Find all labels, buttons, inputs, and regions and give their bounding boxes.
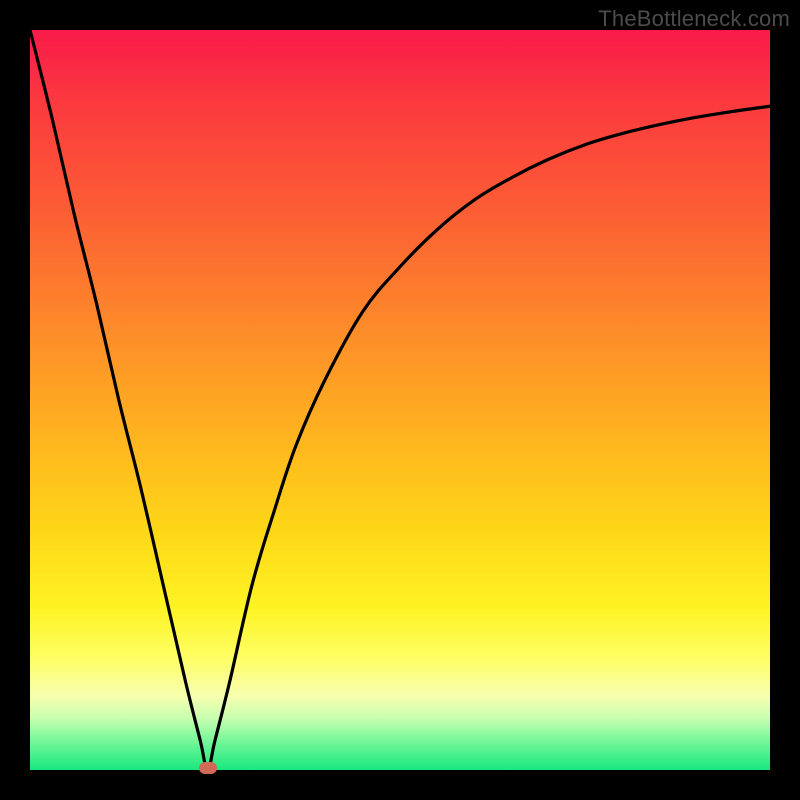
bottleneck-curve <box>30 30 770 770</box>
plot-area <box>30 30 770 770</box>
watermark-text: TheBottleneck.com <box>598 6 790 32</box>
optimum-marker <box>199 762 217 774</box>
curve-svg <box>30 30 770 770</box>
chart-frame: TheBottleneck.com <box>0 0 800 800</box>
